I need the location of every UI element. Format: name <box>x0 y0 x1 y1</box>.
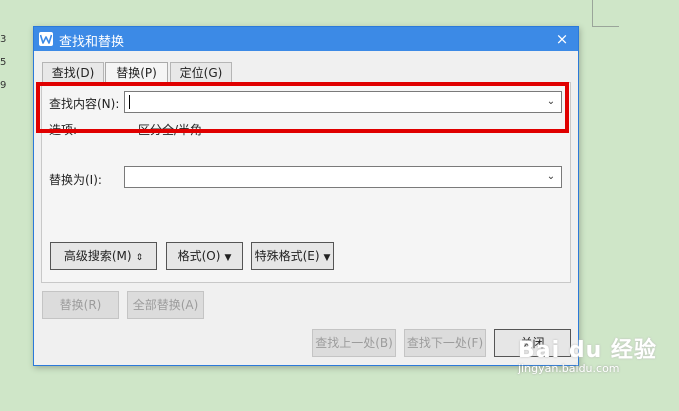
special-format-label: 特殊格式(E) <box>254 249 320 263</box>
special-format-button[interactable]: 特殊格式(E) ▼ <box>251 242 334 270</box>
tab-replace[interactable]: 替换(P) <box>105 62 168 83</box>
options-value: 区分全/半角 <box>138 123 203 137</box>
chevron-down-icon[interactable]: ⌄ <box>544 93 558 111</box>
replace-input[interactable]: ⌄ <box>124 166 562 188</box>
tab-find[interactable]: 查找(D) <box>42 62 104 82</box>
background-number-3: 9 <box>0 80 7 91</box>
advanced-search-label: 高级搜索(M) <box>63 249 132 263</box>
watermark-logo: Bai du 经验 <box>518 338 657 363</box>
format-button[interactable]: 格式(O) ▼ <box>166 242 243 270</box>
baidu-jingyan-watermark: Bai du 经验 jingyan.baidu.com <box>518 332 657 375</box>
find-next-button[interactable]: 查找下一处(F) <box>404 329 486 357</box>
find-label: 查找内容(N): <box>49 97 120 111</box>
dialog-titlebar[interactable]: 查找和替换 × <box>34 27 578 51</box>
close-icon[interactable]: × <box>552 29 572 49</box>
find-input[interactable]: ⌄ <box>124 91 562 113</box>
background-number-1: 3 <box>0 34 7 45</box>
format-label: 格式(O) <box>177 249 221 263</box>
dropdown-arrow-icon: ▼ <box>323 253 331 263</box>
background-number-2: 5 <box>0 57 7 68</box>
text-caret <box>129 95 130 109</box>
double-chevron-icon: ⇕ <box>135 253 144 263</box>
dropdown-arrow-icon: ▼ <box>224 253 232 263</box>
chevron-down-icon[interactable]: ⌄ <box>544 168 558 186</box>
dialog-title: 查找和替换 <box>59 35 125 50</box>
replace-all-button[interactable]: 全部替换(A) <box>127 291 204 319</box>
replace-label: 替换为(I): <box>49 173 102 187</box>
find-replace-dialog: 查找和替换 × 查找(D) 替换(P) 定位(G) 查找内容(N): ⌄ 选项:… <box>33 26 579 366</box>
replace-button[interactable]: 替换(R) <box>42 291 119 319</box>
page-corner-mark <box>592 0 619 27</box>
options-label: 选项: <box>49 123 78 137</box>
wps-writer-icon <box>39 32 53 46</box>
tab-goto[interactable]: 定位(G) <box>170 62 232 82</box>
find-previous-button[interactable]: 查找上一处(B) <box>312 329 396 357</box>
advanced-search-button[interactable]: 高级搜索(M) ⇕ <box>50 242 157 270</box>
